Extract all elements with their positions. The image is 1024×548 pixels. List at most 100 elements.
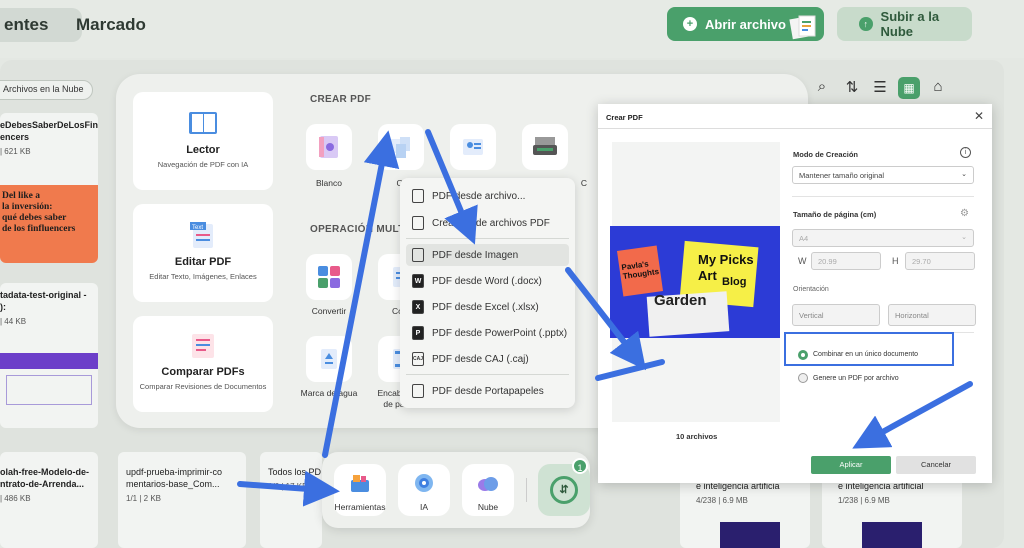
menu-item-from-pdfs[interactable]: Crear desde archivos PDF [406,212,569,234]
tools-dock-button[interactable]: Herramientas [334,464,386,516]
file-card[interactable]: updf-prueba-imprimir-co mentarios-base_C… [118,452,246,548]
ai-dock-button[interactable]: IA [398,464,450,516]
upload-arrow-icon: ↑ [859,17,873,31]
convert-label: Convertir [311,306,347,316]
reader-card[interactable]: Lector Navegación de PDF con IA [133,92,273,190]
upload-cloud-button[interactable]: ↑ Subir a la Nube [837,7,972,41]
menu-item-from-powerpoint[interactable]: P PDF desde PowerPoint (.pptx) [406,322,569,344]
cloud-icon [478,477,498,491]
documents-icon [789,12,819,41]
cloud-files-tag[interactable]: Archivos en la Nube [0,80,93,100]
menu-item-label: PDF desde Portapapeles [432,385,544,397]
file-meta: 4/238 | 6.9 MB [696,496,748,505]
file-card[interactable]: Todos los PD 1/6 | 17 KB [260,452,322,548]
cloud-label: Nube [477,502,499,512]
menu-divider [406,374,569,375]
watermark-label: Marca de agua [300,388,358,398]
copy-files-icon [412,216,424,230]
compare-pdf-title: Comparar PDFs [161,366,245,378]
page-size-label: Tamaño de página (cm) [793,210,877,219]
file-meta: | 486 KB [0,494,31,503]
chevron-down-icon: ⌄ [961,171,967,178]
divider [792,196,974,197]
open-file-label: Abrir archivo [705,16,786,32]
menu-item-from-image[interactable]: PDF desde Imagen [406,244,569,266]
clipboard-icon [412,384,424,398]
gear-icon[interactable]: ⚙ [960,208,969,219]
basket-icon[interactable]: ⌂ [928,78,948,98]
preview-text: My Picks [698,252,754,267]
width-label: W [798,256,807,266]
width-input[interactable]: 20.99 [811,252,881,270]
apply-button[interactable]: Aplicar [811,456,891,474]
page-size-select[interactable]: A4 ⌄ [792,229,974,247]
edit-text-icon: Text [186,220,220,250]
menu-divider [406,238,569,239]
blank-pdf-button[interactable] [306,124,352,170]
convert-icon [318,266,340,288]
menu-item-from-excel[interactable]: X PDF desde Excel (.xlsx) [406,296,569,318]
caj-icon: CAJ [412,352,424,366]
blank-page-icon [319,136,338,158]
highlight-box [784,332,954,366]
tools-label: Herramientas [334,502,386,512]
chevron-down-icon: ⌄ [961,234,967,241]
file-card[interactable]: eDebesSaberDeLosFin encers | 621 KB Del … [0,113,98,263]
menu-item-label: PDF desde Excel (.xlsx) [432,301,539,313]
watermark-button[interactable] [306,336,352,382]
per-file-radio[interactable] [798,373,808,383]
file-thumbnail [0,353,98,369]
excel-icon: X [412,300,424,314]
width-value: 20.99 [818,257,837,266]
menu-item-from-clipboard[interactable]: PDF desde Portapapeles [406,380,569,402]
ai-label: IA [419,502,429,512]
file-name: olah-free-Modelo-de- ntrato-de-Arrenda..… [0,467,89,489]
menu-item-label: PDF desde Imagen [432,249,519,261]
file-card[interactable]: olah-free-Modelo-de- ntrato-de-Arrenda..… [0,452,98,548]
compare-icon [186,330,220,360]
orientation-vertical[interactable]: Vertical [792,304,880,326]
edit-pdf-card[interactable]: Text Editar PDF Editar Texto, Imágenes, … [133,204,273,302]
file-meta: 1/238 | 6.9 MB [838,496,890,505]
cloud-dock-button[interactable]: Nube [462,464,514,516]
compare-pdf-card[interactable]: Comparar PDFs Comparar Revisiones de Doc… [133,316,273,412]
sync-dock-button[interactable]: ⇵ 1 [538,458,590,516]
info-icon[interactable]: i [960,147,971,158]
menu-item-label: PDF desde archivo... [432,190,526,202]
orientation-label: Orientación [793,286,829,293]
file-thumbnail: Del like a la inversión: qué debes saber… [0,185,98,263]
tab-marked-label: Marcado [76,15,146,34]
section-create-pdf: CREAR PDF [310,94,372,105]
per-file-label: Genere un PDF por archivo [813,375,899,382]
menu-item-from-caj[interactable]: CAJ PDF desde CAJ (.caj) [406,348,569,370]
height-label: H [892,256,899,266]
height-input[interactable]: 29.70 [905,252,975,270]
top-bar: entes Marcado + Abrir archivo ↑ Subir a … [0,0,1024,58]
scanner-button[interactable] [522,124,568,170]
list-view-icon[interactable]: ☰ [870,78,890,98]
compare-pdf-subtitle: Comparar Revisiones de Documentos [139,382,267,391]
tab-marked[interactable]: Marcado [62,8,160,42]
mode-label: Modo de Creación [793,150,859,159]
other-create-button[interactable] [378,124,424,170]
toolbox-icon [351,475,369,492]
sort-icon[interactable]: ⇅ [842,78,862,98]
menu-item-from-file[interactable]: PDF desde archivo... [406,185,569,207]
file-name: Todos los PD [268,467,322,477]
menu-item-label: PDF desde PowerPoint (.pptx) [432,327,568,339]
file-card[interactable]: tadata-test-original - ): | 44 KB [0,283,98,428]
menu-item-from-word[interactable]: W PDF desde Word (.docx) [406,270,569,292]
search-icon[interactable]: ⌕ [812,78,832,98]
menu-item-label: PDF desde Word (.docx) [432,275,542,287]
convert-button[interactable] [306,254,352,300]
file-icon [412,189,424,203]
orientation-horizontal[interactable]: Horizontal [888,304,976,326]
mode-select[interactable]: Mantener tamaño original ⌄ [792,166,974,184]
open-file-button[interactable]: + Abrir archivo [667,7,824,41]
close-icon[interactable]: ✕ [974,109,984,123]
dialog-divider [598,128,992,129]
screenshot-create-button[interactable] [450,124,496,170]
file-meta: | 621 KB [0,147,31,156]
cancel-button[interactable]: Cancelar [896,456,976,474]
grid-view-icon[interactable]: ▦ [898,77,920,99]
